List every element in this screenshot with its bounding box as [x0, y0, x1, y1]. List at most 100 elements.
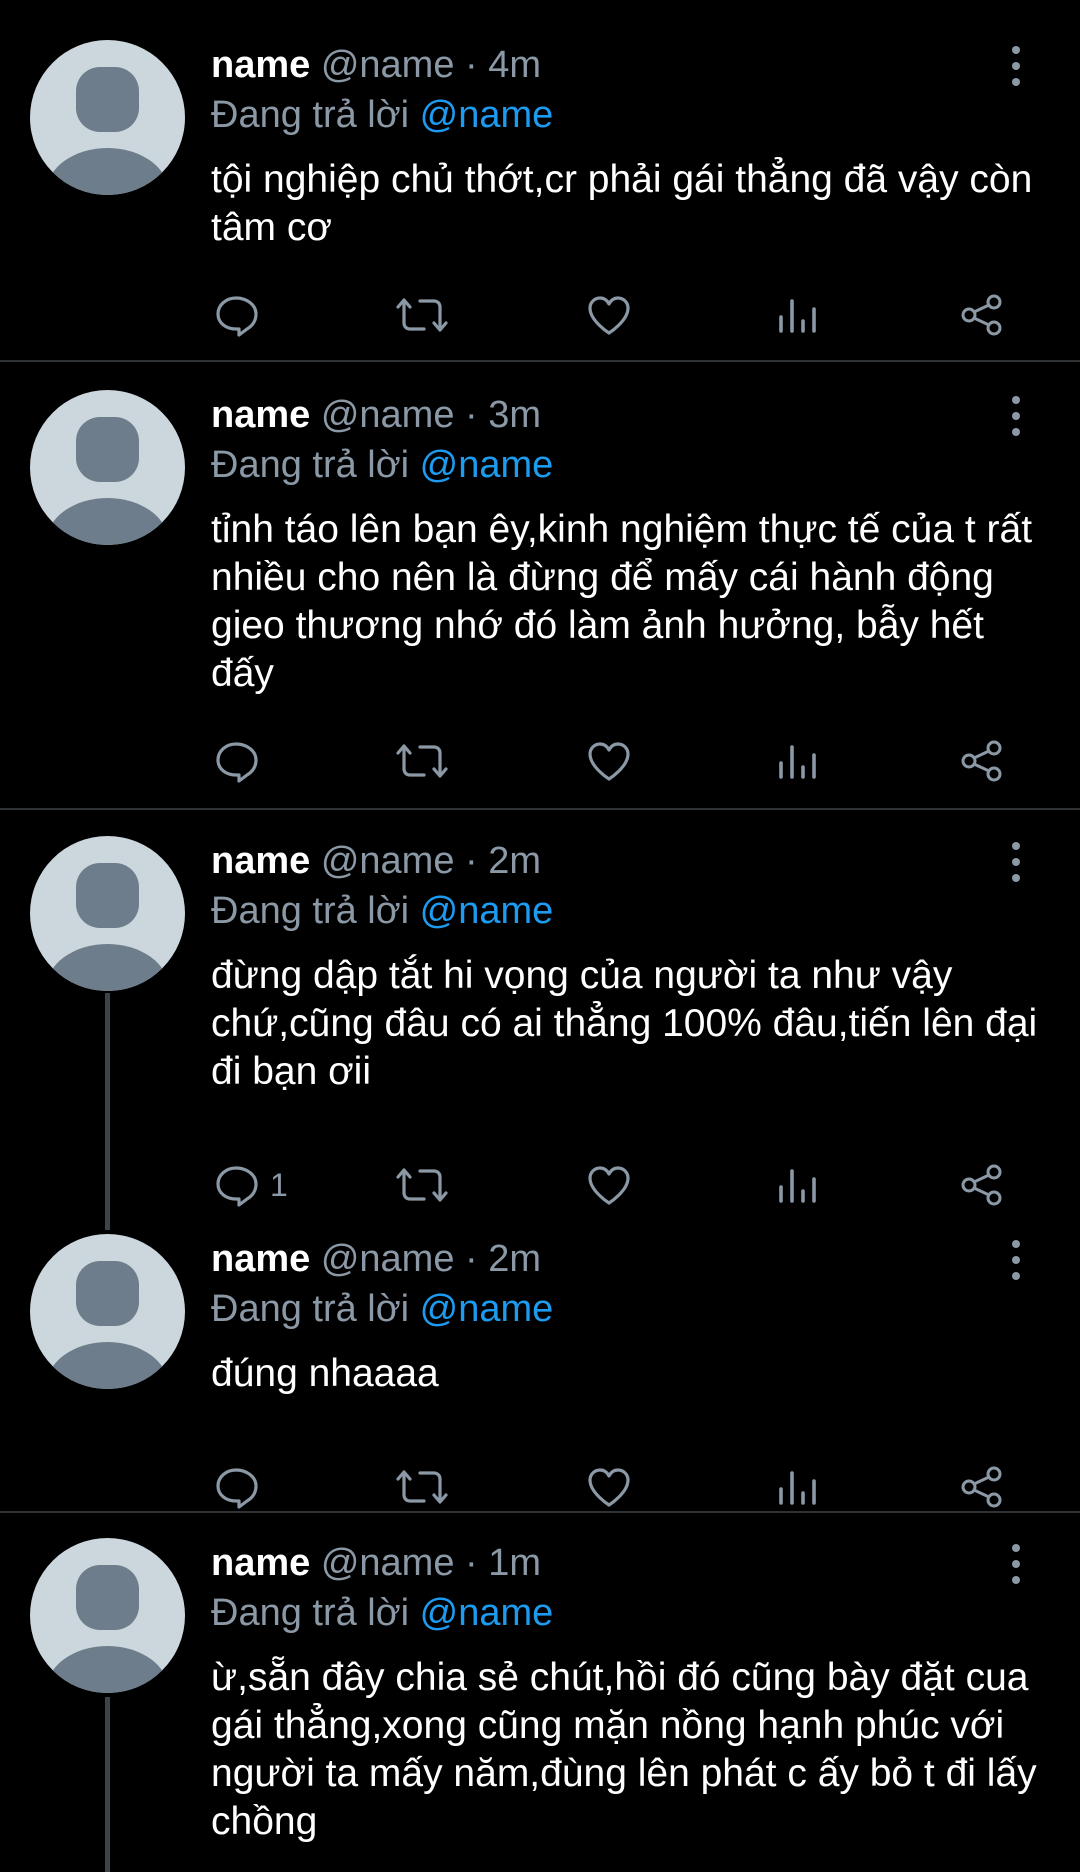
reply-button[interactable] [212, 736, 270, 786]
timestamp[interactable]: 1m [488, 1542, 541, 1584]
replying-to: Đang trả lời @name [211, 92, 553, 138]
author-handle[interactable]: @name [321, 44, 455, 86]
action-bar [0, 1462, 1080, 1512]
avatar-body-shape [46, 1342, 169, 1389]
tweet-divider [0, 360, 1080, 362]
avatar[interactable] [30, 1538, 185, 1693]
separator-dot: · [465, 44, 478, 86]
author-name[interactable]: name [211, 1542, 310, 1584]
author-name[interactable]: name [211, 44, 310, 86]
replying-to: Đang trả lời @name [211, 1286, 553, 1332]
replying-to-mention[interactable]: @name [420, 1288, 554, 1330]
tweet-text: tội nghiệp chủ thớt,cr phải gái thẳng đã… [211, 158, 1033, 249]
avatar-head-shape [76, 1261, 139, 1326]
retweet-button[interactable] [396, 290, 448, 340]
more-vertical-icon[interactable] [1008, 44, 1024, 92]
share-icon [961, 1466, 1002, 1508]
reply-button[interactable]: 1 [212, 1160, 288, 1210]
retweet-icon [396, 298, 448, 332]
tweet-header: name @name · 2m [211, 838, 541, 884]
avatar[interactable] [30, 390, 185, 545]
author-name[interactable]: name [211, 840, 310, 882]
replying-to-mention[interactable]: @name [420, 94, 554, 136]
timestamp[interactable]: 3m [488, 394, 541, 436]
avatar-head-shape [76, 863, 139, 928]
heart-icon [588, 1468, 630, 1507]
heart-icon [588, 1166, 630, 1205]
like-button[interactable] [585, 736, 633, 786]
timestamp[interactable]: 2m [488, 840, 541, 882]
separator-dot: · [465, 840, 478, 882]
share-button[interactable] [958, 290, 1006, 340]
analytics-icon [779, 299, 816, 333]
replying-to-label: Đang trả lời [211, 890, 410, 932]
tweet-header: name @name · 1m [211, 1540, 541, 1586]
tweet-text: đúng nhaaaa [211, 1352, 439, 1395]
replying-to-label: Đang trả lời [211, 1288, 410, 1330]
views-button[interactable] [773, 1462, 821, 1512]
like-button[interactable] [585, 1462, 633, 1512]
more-vertical-icon[interactable] [1008, 1542, 1024, 1590]
reply-button[interactable] [212, 290, 270, 340]
replying-to: Đang trả lời @name [211, 442, 553, 488]
more-vertical-icon[interactable] [1008, 840, 1024, 888]
analytics-icon [779, 1169, 816, 1203]
retweet-button[interactable] [396, 1160, 448, 1210]
tweet-header: name @name · 3m [211, 392, 541, 438]
retweet-button[interactable] [396, 1462, 448, 1512]
avatar[interactable] [30, 1234, 185, 1389]
views-button[interactable] [773, 290, 821, 340]
reply-bubble-icon [216, 1468, 258, 1509]
retweet-button[interactable] [396, 736, 448, 786]
share-button[interactable] [958, 1462, 1006, 1512]
author-handle[interactable]: @name [321, 1238, 455, 1280]
more-vertical-icon[interactable] [1008, 394, 1024, 442]
timestamp[interactable]: 4m [488, 44, 541, 86]
reply-button[interactable] [212, 1462, 270, 1512]
author-handle[interactable]: @name [321, 840, 455, 882]
tweet-text: ừ,sẵn đây chia sẻ chút,hồi đó cũng bày đ… [211, 1656, 1037, 1843]
retweet-icon [396, 1168, 448, 1202]
author-handle[interactable]: @name [321, 394, 455, 436]
action-bar [0, 290, 1080, 340]
avatar-head-shape [76, 67, 139, 132]
tweet-header: name @name · 2m [211, 1236, 541, 1282]
replying-to-label: Đang trả lời [211, 94, 410, 136]
tweet-divider [0, 808, 1080, 810]
share-button[interactable] [958, 1160, 1006, 1210]
avatar[interactable] [30, 40, 185, 195]
tweet-header: name @name · 4m [211, 42, 541, 88]
reply-bubble-icon [216, 742, 258, 783]
share-icon [961, 740, 1002, 782]
like-button[interactable] [585, 290, 633, 340]
avatar-body-shape [46, 148, 169, 195]
views-button[interactable] [773, 1160, 821, 1210]
avatar[interactable] [30, 836, 185, 991]
replying-to-mention[interactable]: @name [420, 890, 554, 932]
avatar-body-shape [46, 1646, 169, 1693]
separator-dot: · [465, 1542, 478, 1584]
separator-dot: · [465, 394, 478, 436]
share-button[interactable] [958, 736, 1006, 786]
author-handle[interactable]: @name [321, 1542, 455, 1584]
timestamp[interactable]: 2m [488, 1238, 541, 1280]
avatar-head-shape [76, 1565, 139, 1630]
reply-bubble-icon [216, 296, 258, 337]
replying-to: Đang trả lời @name [211, 1590, 553, 1636]
analytics-icon [779, 1471, 816, 1505]
tweet-divider [0, 1511, 1080, 1513]
author-name[interactable]: name [211, 394, 310, 436]
replying-to-mention[interactable]: @name [420, 1592, 554, 1634]
replying-to-mention[interactable]: @name [420, 444, 554, 486]
author-name[interactable]: name [211, 1238, 310, 1280]
avatar-head-shape [76, 417, 139, 482]
views-button[interactable] [773, 736, 821, 786]
heart-icon [588, 296, 630, 335]
analytics-icon [779, 745, 816, 779]
reply-bubble-icon [216, 1166, 258, 1207]
like-button[interactable] [585, 1160, 633, 1210]
action-bar: 1 [0, 1160, 1080, 1210]
tweet-text: tỉnh táo lên bạn êy,kinh nghiệm thực tế … [211, 508, 1033, 695]
more-vertical-icon[interactable] [1008, 1238, 1024, 1286]
heart-icon [588, 742, 630, 781]
